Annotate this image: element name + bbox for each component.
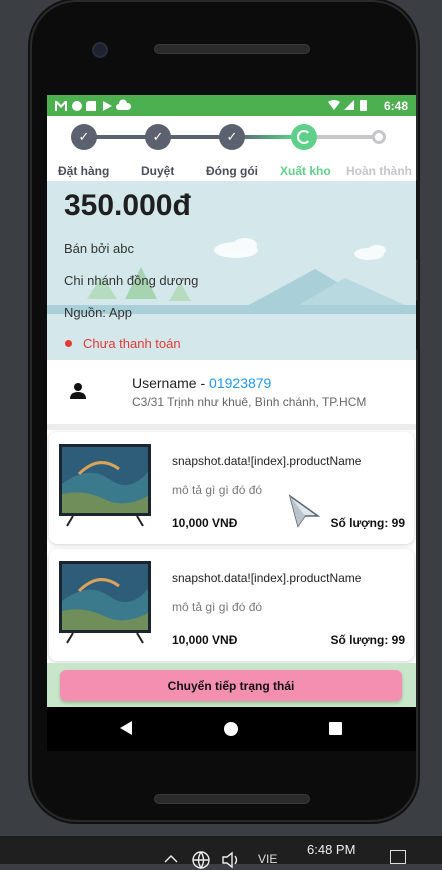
- order-status-stepper: ✓ ✓ ✓ Đặt hàng Duyệt Đóng gói Xuất kho H…: [47, 116, 416, 184]
- step-done-1[interactable]: ✓: [71, 124, 97, 150]
- home-icon[interactable]: [224, 722, 238, 736]
- section-divider: [47, 424, 416, 430]
- speaker-icon: [222, 851, 233, 869]
- notification-icons: [55, 99, 132, 111]
- customer-username: Username: [132, 375, 197, 391]
- source-text: Nguồn: App: [64, 305, 132, 320]
- customer-info[interactable]: Username - 01923879 C3/31 Trịnh như khuê…: [47, 360, 416, 424]
- wifi-icon: [328, 100, 340, 110]
- gmail-icon: [55, 101, 67, 111]
- play-store-icon: [103, 101, 112, 111]
- step-label-dong-goi: Đóng gói: [206, 164, 258, 178]
- battery-icon: [360, 100, 367, 111]
- tv-product-image: [59, 444, 151, 527]
- cloud-icon: [116, 99, 132, 110]
- order-summary: 350.000đ Bán bởi abc Chi nhánh đồng dươn…: [47, 181, 416, 360]
- recent-apps-icon[interactable]: [329, 722, 342, 735]
- check-icon: ✓: [226, 129, 238, 144]
- earpiece-speaker: [154, 44, 310, 54]
- payment-status-dot: [65, 340, 72, 347]
- product-quantity: Số lượng: 99: [330, 633, 405, 647]
- product-price: 10,000 VNĐ: [172, 633, 238, 647]
- payment-status: Chưa thanh toán: [83, 336, 181, 351]
- customer-phone[interactable]: 01923879: [209, 375, 271, 391]
- check-icon: ✓: [152, 129, 164, 144]
- check-icon: ✓: [78, 129, 90, 144]
- bottom-speaker: [154, 794, 310, 804]
- product-description: mô tả gì gì đó đó: [172, 600, 263, 614]
- advance-status-button[interactable]: Chuyển tiếp trạng thái: [60, 670, 402, 701]
- product-card[interactable]: snapshot.data![index].productName mô tả …: [49, 549, 414, 661]
- circle-icon: [72, 101, 82, 111]
- bottom-action-bar: Chuyển tiếp trạng thái: [47, 663, 416, 707]
- customer-name-line: Username - 01923879: [132, 375, 271, 391]
- step-label-xuat-kho: Xuất kho: [280, 164, 331, 178]
- android-navigation-bar: [47, 707, 416, 751]
- product-description: mô tả gì gì đó đó: [172, 483, 263, 497]
- progress-ring-icon: [297, 130, 311, 144]
- app-screen: 6:48 ✓ ✓ ✓ Đặt hàng Duyệt Đóng gói Xuất …: [47, 95, 416, 707]
- step-label-duyet: Duyệt: [141, 164, 175, 178]
- step-done-3[interactable]: ✓: [219, 124, 245, 150]
- signal-icon: [344, 100, 354, 110]
- status-time: 6:48: [383, 99, 408, 113]
- step-pending[interactable]: [372, 130, 386, 144]
- system-icons: [328, 100, 367, 111]
- product-quantity: Số lượng: 99: [330, 516, 405, 530]
- seller-text: Bán bởi abc: [64, 241, 134, 256]
- product-price: 10,000 VNĐ: [172, 516, 238, 530]
- product-card[interactable]: snapshot.data![index].productName mô tả …: [49, 432, 414, 544]
- mouse-cursor-icon: [288, 494, 320, 528]
- customer-address: C3/31 Trịnh như khuê, Bình chánh, TP.HCM: [132, 395, 367, 409]
- sd-card-icon: [86, 101, 96, 111]
- tray-icons: [164, 851, 238, 870]
- tv-product-image: [59, 561, 151, 644]
- taskbar-clock[interactable]: 6:48 PM: [307, 842, 355, 857]
- step-label-hoan-thanh: Hoàn thành: [346, 164, 412, 178]
- product-name: snapshot.data![index].productName: [172, 454, 362, 468]
- back-icon[interactable]: [120, 721, 132, 735]
- windows-taskbar: VIE 6:48 PM: [0, 836, 442, 870]
- chevron-up-icon: [164, 855, 178, 863]
- order-amount: 350.000đ: [64, 189, 191, 222]
- customer-separator: -: [196, 375, 210, 391]
- step-label-dat-hang: Đặt hàng: [58, 164, 110, 178]
- branch-text: Chi nhánh đồng dương: [64, 273, 199, 288]
- power-button: [416, 300, 420, 350]
- step-done-2[interactable]: ✓: [145, 124, 171, 150]
- front-camera: [92, 42, 108, 58]
- status-bar: 6:48: [47, 95, 416, 116]
- person-icon: [70, 383, 86, 399]
- product-name: snapshot.data![index].productName: [172, 571, 362, 585]
- step-line-pending: [317, 135, 377, 139]
- volume-button: [416, 180, 420, 260]
- step-active[interactable]: [291, 124, 317, 150]
- notification-center-icon[interactable]: [390, 850, 406, 864]
